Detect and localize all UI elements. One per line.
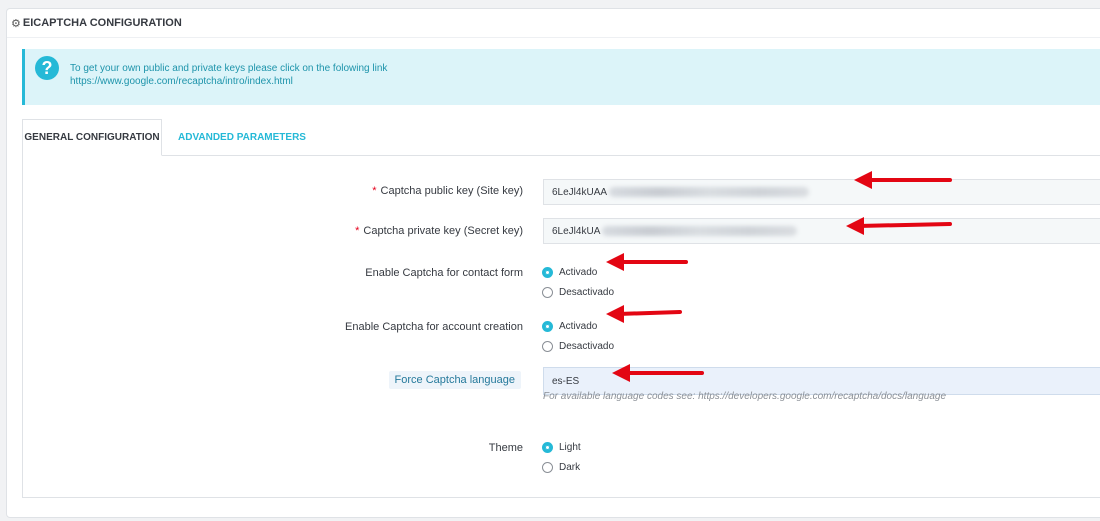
radio-checked-icon — [542, 442, 553, 453]
annotation-arrow-icon — [612, 364, 704, 382]
panel-title: EICAPTCHA CONFIGURATION — [22, 17, 182, 29]
theme-label: Theme — [488, 442, 523, 454]
info-alert: ? To get your own public and private key… — [22, 49, 1100, 105]
tabs-bar: GENERAL CONFIGURATION ADVANDED PARAMETER… — [22, 119, 1100, 156]
redacted-value — [609, 187, 810, 197]
private-key-input[interactable]: 6LeJl4kUA — [543, 218, 1100, 244]
required-mark: * — [355, 225, 360, 237]
public-key-input[interactable]: 6LeJl4kUAA — [543, 179, 1100, 205]
radio-unchecked-icon — [542, 287, 553, 298]
annotation-arrow-icon — [606, 305, 682, 323]
radio-checked-icon — [542, 321, 553, 332]
account-creation-activado-radio[interactable]: Activado — [542, 321, 597, 332]
redacted-value — [602, 226, 798, 236]
theme-light-radio[interactable]: Light — [542, 442, 581, 453]
panel-header: ⚙ EICAPTCHA CONFIGURATION — [7, 9, 1100, 38]
private-key-label: * Captcha private key (Secret key) — [355, 225, 523, 237]
gears-icon: ⚙ — [11, 17, 21, 30]
question-circle-icon: ? — [35, 56, 59, 80]
radio-unchecked-icon — [542, 462, 553, 473]
contact-form-activado-radio[interactable]: Activado — [542, 267, 597, 278]
contact-form-label: Enable Captcha for contact form — [365, 267, 523, 279]
info-text: To get your own public and private keys … — [70, 63, 388, 74]
account-creation-desactivado-radio[interactable]: Desactivado — [542, 341, 614, 352]
radio-checked-icon — [542, 267, 553, 278]
theme-dark-radio[interactable]: Dark — [542, 462, 580, 473]
tab-advanced-parameters[interactable]: ADVANDED PARAMETERS — [178, 119, 306, 155]
annotation-arrow-icon — [606, 253, 688, 271]
public-key-label: * Captcha public key (Site key) — [372, 185, 523, 197]
config-panel: ⚙ EICAPTCHA CONFIGURATION ? To get your … — [6, 8, 1100, 518]
account-creation-label: Enable Captcha for account creation — [345, 321, 523, 333]
annotation-arrow-icon — [846, 217, 952, 235]
force-language-label: Force Captcha language — [388, 371, 521, 389]
recaptcha-link[interactable]: https://www.google.com/recaptcha/intro/i… — [70, 76, 293, 87]
tab-general-configuration[interactable]: GENERAL CONFIGURATION — [22, 119, 162, 156]
contact-form-desactivado-radio[interactable]: Desactivado — [542, 287, 614, 298]
radio-unchecked-icon — [542, 341, 553, 352]
form-content: * Captcha public key (Site key) 6LeJl4kUA… — [22, 155, 1100, 498]
required-mark: * — [372, 185, 377, 197]
annotation-arrow-icon — [854, 171, 952, 189]
language-help-text: For available language codes see: https:… — [543, 391, 947, 402]
